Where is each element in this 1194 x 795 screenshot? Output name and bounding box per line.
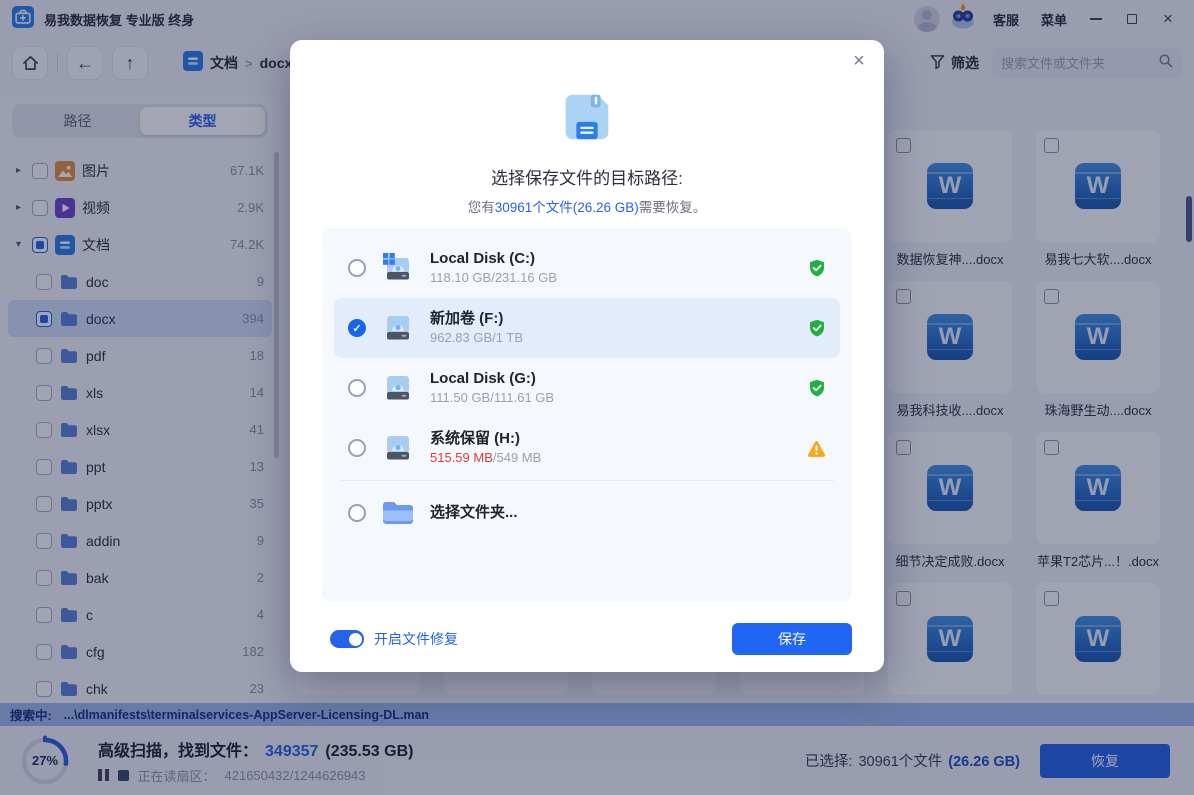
drive-info: Local Disk (G:)111.50 GB/111.61 GB (430, 369, 554, 406)
drive-free-space: 111.50 GB (430, 390, 490, 405)
drive-icon (381, 253, 415, 283)
drive-size: 118.10 GB/231.16 GB (430, 269, 557, 287)
subtitle-suffix: 需要恢复。 (639, 200, 707, 215)
folder-icon (381, 499, 415, 527)
radio-button[interactable] (348, 259, 366, 277)
dialog-footer: 开启文件修复 保存 (330, 622, 852, 656)
drive-total-space: /549 MB (493, 450, 541, 465)
radio-button[interactable] (348, 379, 366, 397)
drive-info: 选择文件夹... (430, 503, 518, 523)
drive-list: Local Disk (C:)118.10 GB/231.16 GB ✓ 新加卷 (… (322, 228, 852, 602)
radio-button[interactable]: ✓ (348, 319, 366, 337)
drive-size: 962.83 GB/1 TB (430, 329, 523, 347)
drive-total-space: /111.61 GB (490, 390, 554, 405)
floppy-disk-icon (556, 86, 618, 153)
drive-info: 新加卷 (F:)962.83 GB/1 TB (430, 309, 523, 346)
drive-size: 515.59 MB/549 MB (430, 449, 541, 467)
drive-option-1[interactable]: Local Disk (C:)118.10 GB/231.16 GB (334, 238, 840, 298)
drive-option-2[interactable]: ✓ 新加卷 (F:)962.83 GB/1 TB (334, 298, 840, 358)
drive-name: 新加卷 (F:) (430, 309, 523, 329)
drive-option-5[interactable]: 选择文件夹... (334, 483, 840, 543)
save-button[interactable]: 保存 (732, 623, 852, 655)
subtitle-prefix: 您有 (468, 200, 495, 215)
drive-name: 选择文件夹... (430, 503, 518, 523)
drive-total-space: /231.16 GB (491, 270, 557, 285)
drive-info: Local Disk (C:)118.10 GB/231.16 GB (430, 249, 557, 286)
drive-free-space: 118.10 GB (430, 270, 491, 285)
drive-total-space: /1 TB (492, 330, 523, 345)
shield-ok-icon (808, 379, 826, 397)
drive-icon (381, 433, 415, 463)
dialog-subtitle: 您有30961个文件(26.26 GB)需要恢复。 (290, 196, 884, 216)
divider (340, 480, 834, 481)
subtitle-highlight: 30961个文件(26.26 GB) (495, 200, 639, 215)
drive-free-space: 515.59 MB (430, 450, 493, 465)
dialog-close-icon[interactable]: × (846, 48, 872, 74)
shield-ok-icon (808, 319, 826, 337)
drive-option-4[interactable]: 系统保留 (H:)515.59 MB/549 MB (334, 418, 840, 478)
file-repair-toggle-group: 开启文件修复 (330, 629, 458, 649)
drive-name: 系统保留 (H:) (430, 429, 541, 449)
file-repair-label: 开启文件修复 (374, 629, 458, 649)
radio-button[interactable] (348, 439, 366, 457)
drive-size: 111.50 GB/111.61 GB (430, 389, 554, 407)
drive-name: Local Disk (C:) (430, 249, 557, 269)
drive-name: Local Disk (G:) (430, 369, 554, 389)
drive-free-space: 962.83 GB (430, 330, 492, 345)
radio-button[interactable] (348, 504, 366, 522)
save-destination-dialog: × 选择保存文件的目标路径: 您有30961个文件(26.26 GB)需要恢复。… (290, 40, 884, 672)
dialog-title: 选择保存文件的目标路径: (290, 164, 884, 189)
drive-option-3[interactable]: Local Disk (G:)111.50 GB/111.61 GB (334, 358, 840, 418)
file-repair-toggle[interactable] (330, 630, 364, 648)
warning-icon (807, 440, 826, 457)
shield-ok-icon (808, 259, 826, 277)
drive-info: 系统保留 (H:)515.59 MB/549 MB (430, 429, 541, 466)
drive-icon (381, 313, 415, 343)
drive-icon (381, 373, 415, 403)
